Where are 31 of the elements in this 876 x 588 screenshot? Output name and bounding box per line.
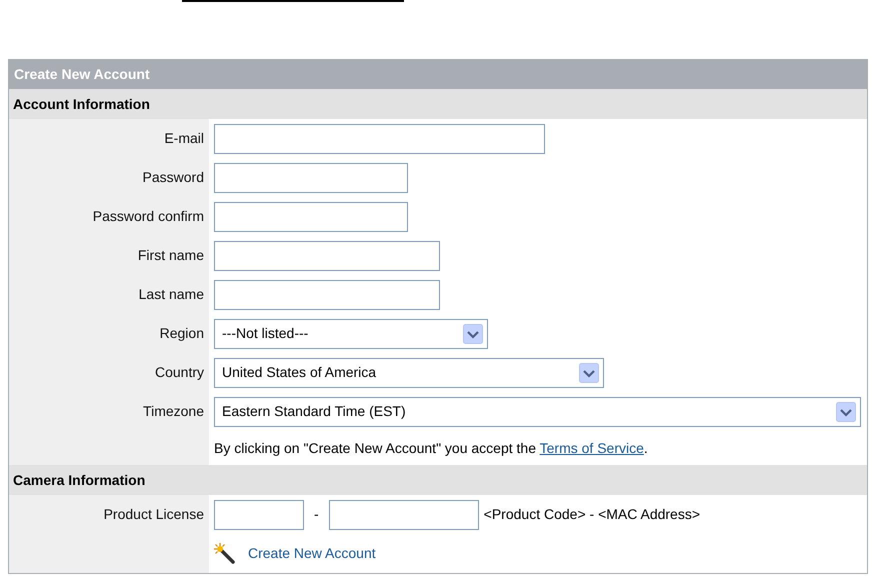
- create-account-link[interactable]: Create New Account: [248, 543, 376, 564]
- field-label: Last name: [138, 285, 204, 304]
- dropdown[interactable]: Eastern Standard Time (EST): [214, 396, 861, 426]
- magic-wand-icon: [214, 542, 236, 564]
- input-field[interactable]: [214, 500, 304, 530]
- input-field[interactable]: [214, 202, 408, 232]
- field-label: Password: [142, 168, 204, 187]
- section-header: Camera Information: [9, 465, 867, 495]
- field-label: Product License: [104, 505, 204, 524]
- hint-text: <Product Code> - <MAC Address>: [484, 505, 700, 524]
- field-label: Region: [160, 324, 204, 343]
- chevron-down-icon: [836, 402, 856, 422]
- chevron-down-icon: [463, 324, 483, 344]
- terms-notice: By clicking on "Create New Account" you accept the Terms of Service.: [214, 438, 648, 458]
- chevron-down-icon: [579, 362, 599, 382]
- field-label: Password confirm: [92, 207, 204, 226]
- section-header: Account Information: [9, 89, 867, 119]
- field-label: First name: [138, 246, 204, 265]
- dropdown[interactable]: ---Not listed---: [214, 318, 488, 348]
- separator-text: -: [314, 505, 319, 524]
- field-label: Timezone: [143, 402, 204, 421]
- dropdown[interactable]: United States of America: [214, 358, 604, 388]
- terms-link[interactable]: Terms of Service: [540, 440, 644, 456]
- input-field[interactable]: [214, 162, 408, 192]
- input-field[interactable]: [214, 240, 440, 270]
- panel-header: Create New Account: [9, 60, 867, 89]
- input-field[interactable]: [214, 280, 440, 310]
- field-label: Country: [154, 363, 204, 382]
- input-field[interactable]: [328, 500, 479, 530]
- input-field[interactable]: [214, 124, 545, 154]
- field-label: E-mail: [164, 129, 204, 148]
